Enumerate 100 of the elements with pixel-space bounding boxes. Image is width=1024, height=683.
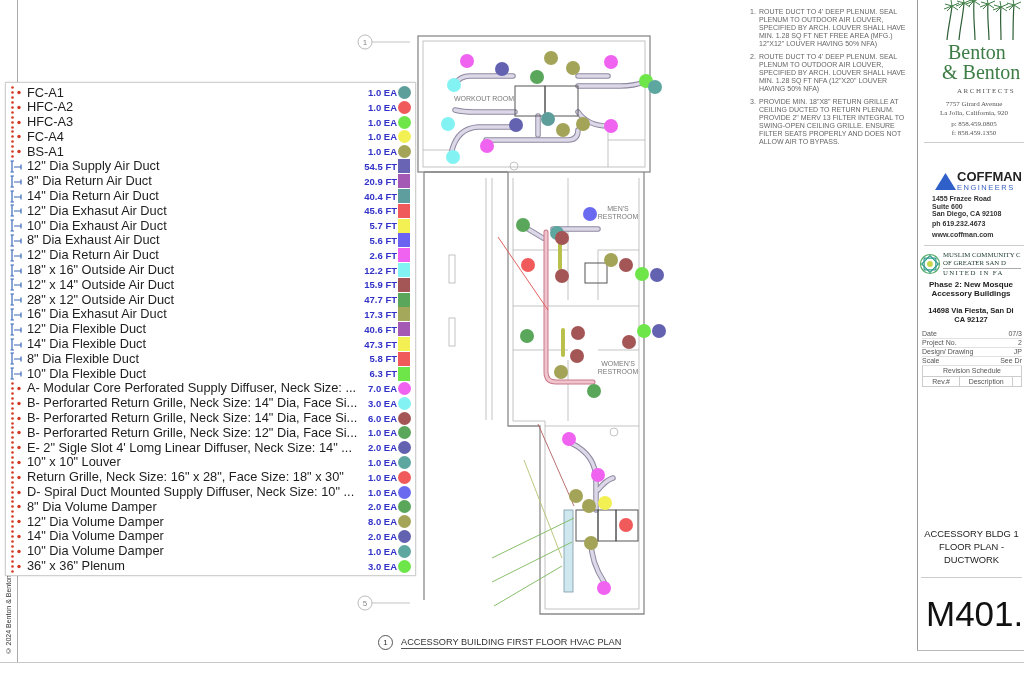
marker-icon (520, 329, 534, 343)
project-name: Phase 2: New Mosque (928, 279, 1014, 289)
length-measure-icon (9, 292, 25, 308)
quantity-text: 17.3 FT (363, 308, 397, 320)
quantity-text: 2.6 FT (368, 249, 397, 261)
length-measure-icon (9, 188, 25, 204)
marker-icon (619, 518, 633, 532)
quantity-text: 1.0 EA (366, 545, 397, 557)
quantity-text: 2.0 EA (366, 530, 397, 542)
quantity-text: 1.0 EA (366, 427, 397, 439)
marker-icon (441, 117, 455, 131)
grid-bubble: 5 (357, 595, 373, 611)
marker-icon (619, 258, 633, 272)
quantity-text: 8.0 EA (366, 516, 397, 528)
quantity-text: 5.6 FT (368, 234, 397, 246)
legend-label: 12" Dia Supply Air Duct (27, 159, 161, 174)
marker-icon (544, 51, 558, 65)
marker-icon (530, 70, 544, 84)
quantity-text: 3.0 EA (366, 397, 397, 409)
legend-label: B- Perforarted Return Grille, Neck Size: 14" Dia, Face Si... (27, 411, 359, 426)
legend-label: 8" Dia Exhaust Air Duct (27, 233, 161, 248)
quantity-text: 2.0 EA (366, 501, 397, 513)
legend-label: 12" Dia Volume Damper (27, 514, 165, 529)
marker-icon (570, 349, 584, 363)
marker-icon (555, 269, 569, 283)
legend-label: Return Grille, Neck Size: 16" x 28", Face Size: 18" x 30" (27, 470, 345, 485)
marker-icon (622, 335, 636, 349)
triangle-logo-icon (935, 173, 956, 190)
length-measure-icon (9, 366, 25, 382)
legend-label: 28" x 12" Outside Air Duct (27, 292, 176, 307)
quantity-text: 7.0 EA (366, 382, 397, 394)
star-pattern-logo-icon (919, 252, 941, 275)
legend-label: 10" Dia Volume Damper (27, 544, 165, 559)
length-measure-icon (9, 321, 25, 337)
quantity-text: 1.0 EA (366, 146, 397, 158)
quantity-text: 45.6 FT (363, 205, 397, 217)
quantity-text: 1.0 EA (366, 471, 397, 483)
legend-label: 14" Dia Volume Damper (27, 529, 165, 544)
quantity-text: 1.0 EA (366, 486, 397, 498)
legend-label: 12" Dia Exhasut Air Duct (27, 203, 168, 218)
legend-label: FC-A4 (27, 129, 65, 144)
marker-icon (604, 55, 618, 69)
legend-label: HFC-A3 (27, 115, 75, 130)
legend-label: B- Perforarted Return Grille, Neck Size: 14" Dia, Face Si... (27, 396, 359, 411)
legend-label: FC-A1 (27, 85, 65, 100)
marker-icon (566, 61, 580, 75)
engineer-name: COFFMAN (957, 170, 1022, 183)
drawing-title: ACCESSORY BUILDING FIRST FLOOR HVAC PLAN (401, 636, 622, 649)
sheet-title: FLOOR PLAN - (937, 540, 1006, 553)
marker-icon (650, 268, 664, 282)
quantity-text: 15.9 FT (363, 279, 397, 291)
quantity-text: 6.3 FT (368, 368, 397, 380)
sheet-title: ACCESSORY BLDG 1 (923, 527, 1020, 540)
length-measure-icon (9, 277, 25, 293)
marker-icon (598, 496, 612, 510)
firm-name: Benton (947, 42, 1007, 62)
marker-icon (495, 62, 509, 76)
sheet-number: M401. (926, 594, 1024, 634)
length-measure-icon (9, 218, 25, 234)
marker-icon (587, 384, 601, 398)
legend-label: 18" x 16" Outside Air Duct (27, 263, 176, 278)
quantity-text: 47.3 FT (363, 338, 397, 350)
sheet-title: DUCTWORK (942, 553, 1001, 566)
quantity-text: 40.4 FT (363, 190, 397, 202)
marker-icon (582, 499, 596, 513)
marker-icon (569, 489, 583, 503)
marker-icon (576, 117, 590, 131)
quantity-text: 1.0 EA (366, 116, 397, 128)
marker-icon (509, 118, 523, 132)
legend-label: 8" Dia Volume Damper (27, 499, 158, 514)
marker-icon (447, 78, 461, 92)
quantity-text: 1.0 EA (366, 131, 397, 143)
legend-label: 10" Dia Exhaust Air Duct (27, 218, 168, 233)
quantity-text: 40.6 FT (363, 323, 397, 335)
marker-icon (583, 207, 597, 221)
length-measure-icon (9, 203, 25, 219)
legend-label: HFC-A2 (27, 100, 75, 115)
marker-icon (521, 258, 535, 272)
marker-icon (597, 581, 611, 595)
length-measure-icon (9, 247, 25, 263)
legend-label: 8" Dia Flexible Duct (27, 351, 140, 366)
legend-label: BS-A1 (27, 144, 65, 159)
quantity-text: 3.0 EA (366, 560, 397, 572)
marker-icon (556, 123, 570, 137)
legend-label: 10" x 10" Louver (27, 455, 122, 470)
marker-icon (648, 80, 662, 94)
marker-icon (584, 536, 598, 550)
marker-icon (604, 119, 618, 133)
marker-icon (591, 468, 605, 482)
marker-icon (555, 231, 569, 245)
legend-label: 36" x 36" Plenum (27, 559, 126, 573)
legend-label: 12" x 14" Outside Air Duct (27, 277, 176, 292)
legend-label: 10" Dla Flexible Duct (27, 366, 148, 381)
quantity-text: 54.5 FT (363, 161, 397, 172)
marker-icon (604, 253, 618, 267)
quantity-text: 5.7 FT (368, 220, 397, 232)
grid-bubble: 1 (357, 34, 373, 50)
length-measure-icon (9, 262, 25, 278)
marker-icon (571, 326, 585, 340)
marker-icon (637, 324, 651, 338)
